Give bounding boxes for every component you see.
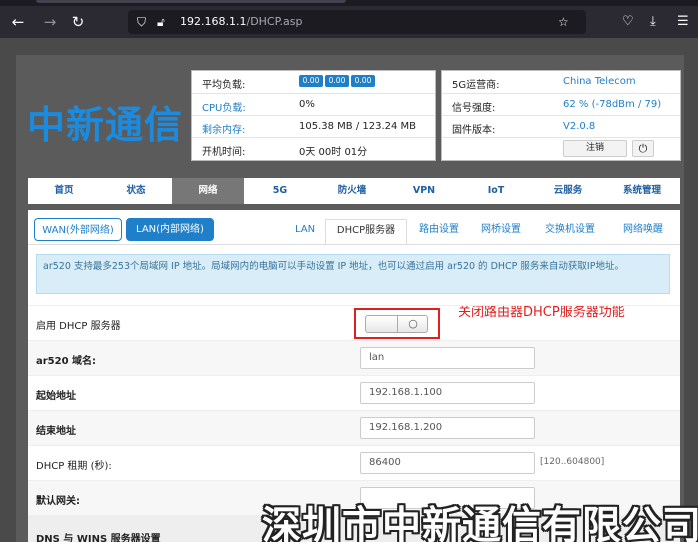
field-label: 默认网关: [36, 496, 80, 507]
status-value: 0天 00时 01分 [299, 147, 368, 158]
row-lease: DHCP 租期 (秒): 86400 [120..604800] [28, 445, 680, 480]
status-key: 开机时间: [202, 147, 246, 158]
start-address-input[interactable]: 192.168.1.100 [360, 382, 535, 404]
load-badge: 0.00 [325, 75, 349, 87]
domain-input[interactable]: lan [360, 347, 535, 369]
status-row-uptime: 开机时间: 0天 00时 01分 [192, 137, 435, 159]
company-watermark: 深圳市中新通信有限公司 [262, 504, 698, 542]
status-row-memory: 剩余内存: 105.38 MB / 123.24 MB [192, 115, 435, 137]
dhcp-enable-toggle[interactable]: ○ [365, 315, 428, 333]
status-row-actions: 注销 ⏻ [442, 137, 680, 159]
tab-dhcp-server[interactable]: DHCP服务器 [325, 219, 407, 245]
system-status-panel: 平均负载: 0.00 0.00 0.00 CPU负载: 0% 剩余内存: 105.3… [191, 70, 436, 161]
status-row-carrier: 5G运营商: China Telecom [442, 71, 680, 93]
status-row-load: 平均负载: 0.00 0.00 0.00 [192, 71, 435, 93]
memory-link[interactable]: 剩余内存: [202, 121, 245, 136]
power-icon[interactable]: ⏻ [632, 140, 654, 157]
pocket-icon[interactable]: ♡ [622, 12, 634, 32]
status-key: 平均负载: [202, 80, 246, 91]
annotation-highlight-box: ○ [354, 308, 440, 339]
tab-lan[interactable]: LAN(内部网络) [126, 218, 214, 241]
nav-network[interactable]: 网络 [172, 178, 244, 204]
back-icon[interactable]: ← [8, 12, 28, 32]
row-domain: ar520 域名: lan [28, 340, 680, 375]
tab-wan[interactable]: WAN(外部网络) [34, 218, 122, 241]
lease-time-input[interactable]: 86400 [360, 452, 535, 474]
url-host: 192.168.1.1 [180, 15, 247, 28]
status-value: 0% [299, 99, 315, 110]
url-bar[interactable]: ⛉ 🔓︎ 192.168.1.1/DHCP.asp ☆ [128, 10, 586, 34]
field-label: 结束地址 [36, 426, 76, 437]
status-key: 固件版本: [452, 125, 496, 136]
section-title: DNS 与 WINS 服务器设置 [36, 534, 161, 542]
row-end-address: 结束地址 192.168.1.200 [28, 410, 680, 445]
browser-toolbar: ← → ↻ ⛉ 🔓︎ 192.168.1.1/DHCP.asp ☆ ♡ ⤓ ☰ [0, 6, 698, 38]
tab-lan-settings[interactable]: LAN [285, 219, 325, 245]
load-badge: 0.00 [299, 75, 323, 87]
status-value: 105.38 MB / 123.24 MB [299, 121, 417, 132]
nav-cloud[interactable]: 云服务 [532, 178, 604, 204]
field-label: 启用 DHCP 服务器 [36, 321, 121, 332]
tab-bridge[interactable]: 网桥设置 [471, 219, 531, 245]
page: 中新通信 平均负载: 0.00 0.00 0.00 CPU负载: 0% 剩余内存: … [0, 38, 698, 542]
bookmark-star-icon[interactable]: ☆ [558, 13, 569, 31]
url-path: /DHCP.asp [246, 15, 303, 28]
nav-iot[interactable]: IoT [460, 178, 532, 204]
status-value: China Telecom [563, 76, 636, 87]
row-dhcp-enable: 启用 DHCP 服务器 ○ [28, 305, 680, 340]
network-status-panel: 5G运营商: China Telecom 信号强度: 62 % (-78dBm … [441, 70, 681, 161]
lease-range-hint: [120..604800] [540, 457, 605, 467]
forward-icon[interactable]: → [40, 12, 60, 32]
router-admin-panel: 中新通信 平均负载: 0.00 0.00 0.00 CPU负载: 0% 剩余内存: … [16, 55, 684, 542]
field-label: DHCP 租期 (秒): [36, 461, 112, 472]
status-key: 信号强度: [452, 103, 496, 114]
load-badges: 0.00 0.00 0.00 [299, 75, 377, 87]
status-key: 5G运营商: [452, 80, 500, 91]
tab-routing[interactable]: 路由设置 [409, 219, 469, 245]
status-row-firmware: 固件版本: V2.0.8 [442, 115, 680, 137]
field-label: ar520 域名: [36, 356, 97, 367]
status-value: 62 % (-78dBm / 79) [563, 99, 662, 110]
nav-5g[interactable]: 5G [244, 178, 316, 204]
shield-icon[interactable]: ⛉ [137, 13, 146, 31]
reload-icon[interactable]: ↻ [68, 12, 88, 32]
download-icon[interactable]: ⤓ [650, 12, 656, 32]
nav-home[interactable]: 首页 [28, 178, 100, 204]
field-label: 起始地址 [36, 391, 76, 402]
info-alert: ar520 支持最多253个局域网 IP 地址。局域网内的电脑可以手动设置 IP… [36, 254, 670, 294]
nav-vpn[interactable]: VPN [388, 178, 460, 204]
nav-status[interactable]: 状态 [100, 178, 172, 204]
status-row-cpu: CPU负载: 0% [192, 93, 435, 115]
nav-firewall[interactable]: 防火墙 [316, 178, 388, 204]
toggle-off-icon: ○ [397, 316, 428, 332]
url-text[interactable]: 192.168.1.1/DHCP.asp [180, 15, 302, 29]
load-badge: 0.00 [351, 75, 375, 87]
main-nav: 首页 状态 网络 5G 防火墙 VPN IoT 云服务 系统管理 [28, 178, 680, 204]
lock-warning-icon[interactable]: 🔓︎ [157, 13, 165, 31]
logout-button[interactable]: 注销 [563, 140, 627, 157]
menu-icon[interactable]: ☰ [677, 12, 689, 32]
row-start-address: 起始地址 192.168.1.100 [28, 375, 680, 410]
status-row-signal: 信号强度: 62 % (-78dBm / 79) [442, 93, 680, 115]
status-value: V2.0.8 [563, 121, 596, 132]
tab-wol[interactable]: 网络唤醒 [609, 219, 677, 245]
cpu-load-link[interactable]: CPU负载: [202, 99, 246, 114]
tab-switch[interactable]: 交换机设置 [535, 219, 605, 245]
end-address-input[interactable]: 192.168.1.200 [360, 417, 535, 439]
content-panel: WAN(外部网络) LAN(内部网络) LAN DHCP服务器 路由设置 网桥设… [28, 210, 680, 542]
brand-logo: 中新通信 [27, 103, 184, 147]
nav-system[interactable]: 系统管理 [604, 178, 680, 204]
tab-divider [28, 244, 680, 245]
active-tab-indicator [36, 0, 346, 3]
